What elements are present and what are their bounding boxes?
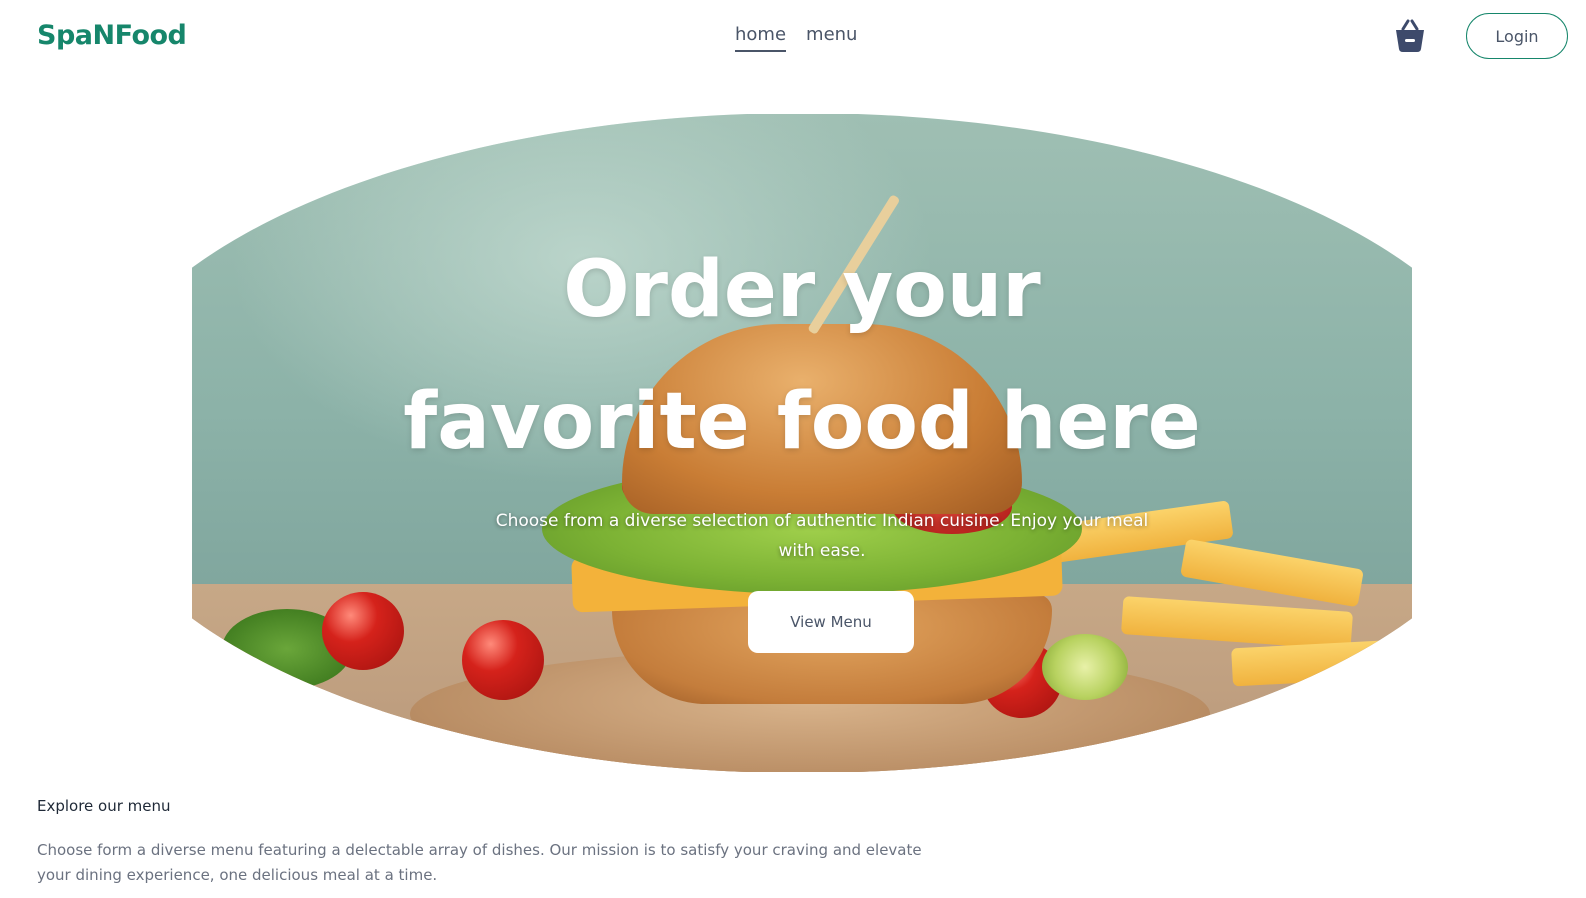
hero-title: Order your favorite food here — [192, 224, 1412, 488]
view-menu-button[interactable]: View Menu — [748, 591, 914, 653]
navbar: SpaNFood home menu Login — [0, 0, 1586, 74]
basket-icon[interactable] — [1393, 18, 1427, 54]
login-button[interactable]: Login — [1466, 13, 1568, 59]
nav-link-home[interactable]: home — [735, 22, 787, 52]
nav-links: home menu — [735, 22, 857, 52]
explore-menu-description: Choose form a diverse menu featuring a d… — [37, 841, 922, 884]
hero-subtitle: Choose from a diverse selection of authe… — [495, 511, 1149, 561]
hero-content: Order your favorite food here Choose fro… — [192, 114, 1412, 772]
hero-banner: Order your favorite food here Choose fro… — [192, 114, 1412, 772]
hero-title-line1: Order your — [563, 245, 1041, 335]
nav-link-menu[interactable]: menu — [806, 22, 857, 52]
brand-logo[interactable]: SpaNFood — [37, 18, 187, 54]
basket-icon-graphic — [1396, 19, 1424, 52]
hero-title-line2: favorite food here — [403, 377, 1201, 467]
explore-menu-heading: Explore our menu — [37, 797, 171, 815]
